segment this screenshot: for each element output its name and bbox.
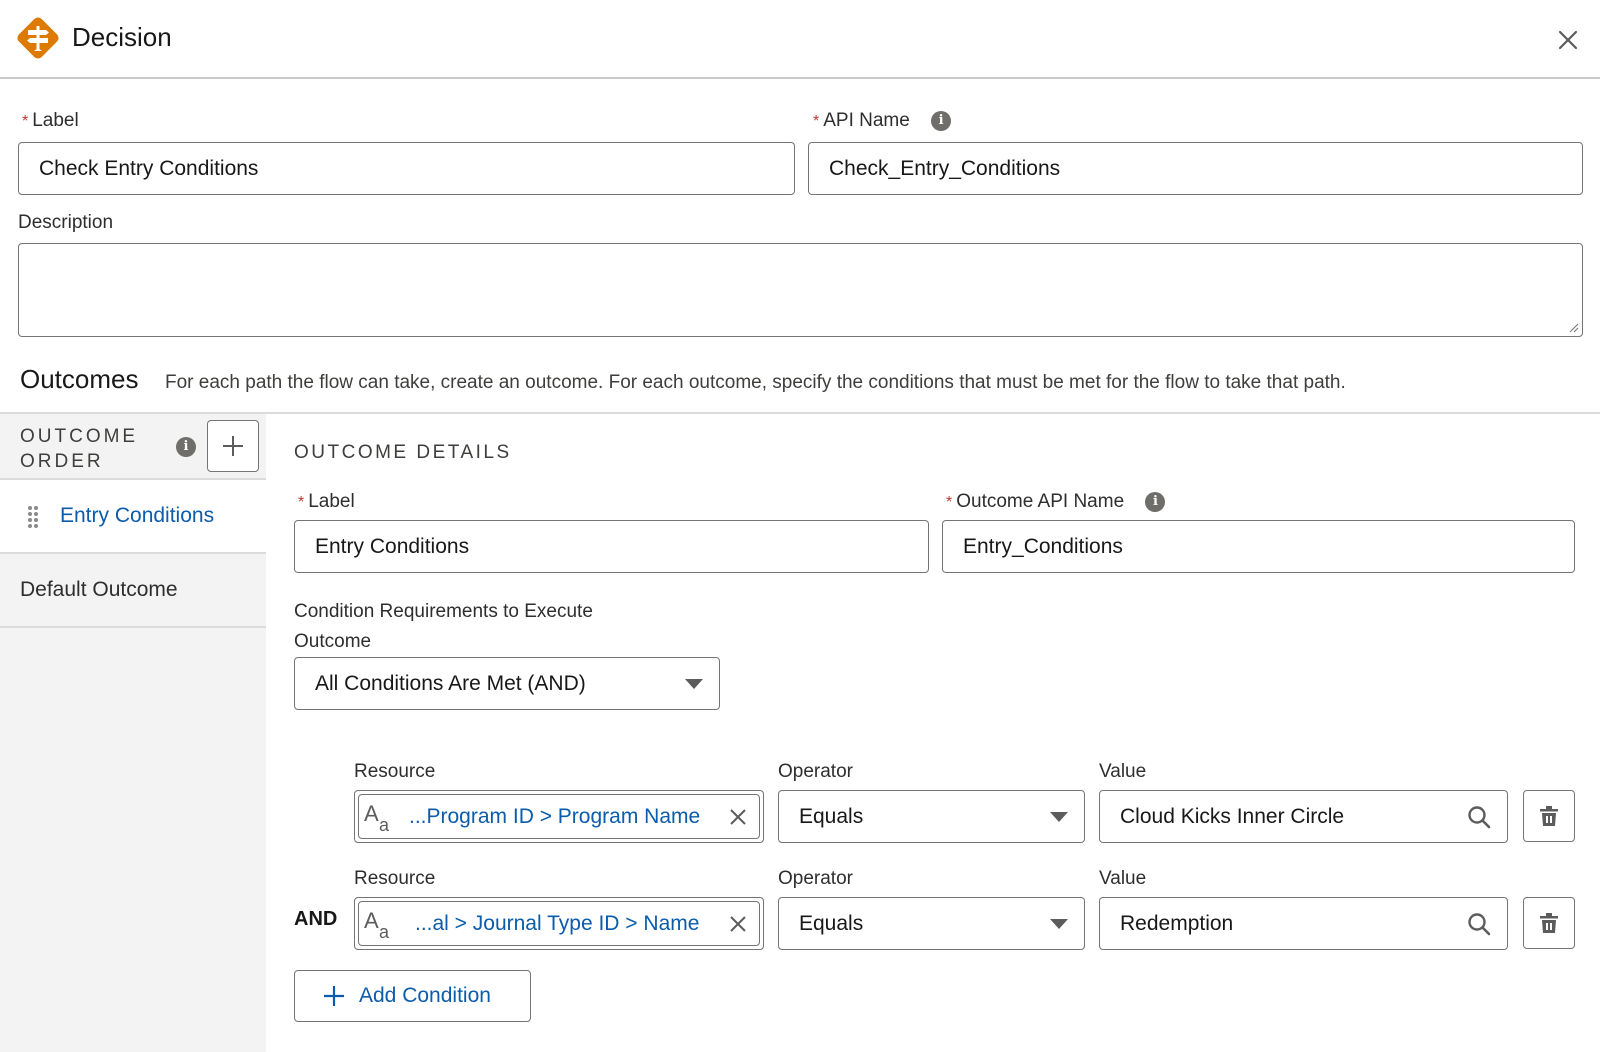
condition-requirements-value: All Conditions Are Met (AND) [315, 671, 586, 695]
resource-combobox[interactable]: A a ...Program ID > Program Name [354, 790, 764, 843]
outcome-label-input-value: Entry Conditions [315, 534, 470, 558]
info-icon[interactable]: i [1145, 491, 1166, 512]
required-marker: * [946, 494, 953, 511]
trash-icon [1540, 913, 1558, 933]
description-textarea[interactable] [18, 243, 1583, 337]
resource-pill[interactable]: A a ...Program ID > Program Name [358, 794, 760, 839]
outcome-order-sidebar: OUTCOME ORDER i Entry Conditions Default… [0, 414, 266, 1052]
api-name-input[interactable]: Check_Entry_Conditions [808, 142, 1583, 195]
condition-requirements-select[interactable]: All Conditions Are Met (AND) [294, 657, 720, 710]
modal-header: Decision [0, 0, 1600, 79]
operator-select[interactable]: Equals [778, 897, 1085, 950]
svg-text:a: a [379, 922, 390, 940]
close-icon[interactable] [1556, 28, 1580, 52]
resource-value: ...al > Journal Type ID > Name [415, 911, 700, 935]
logic-operator-label: AND [294, 908, 338, 930]
resize-handle-icon[interactable] [1569, 323, 1579, 333]
chevron-down-icon [1050, 918, 1068, 929]
svg-text:a: a [379, 815, 390, 833]
plus-icon [324, 986, 344, 1006]
required-marker: * [813, 113, 820, 130]
label-text: Label [32, 110, 79, 131]
remove-icon[interactable] [729, 915, 747, 933]
resource-pill[interactable]: A a ...al > Journal Type ID > Name [358, 901, 760, 946]
operator-value: Equals [799, 804, 864, 828]
search-icon[interactable] [1467, 805, 1491, 829]
description-label: Description [18, 212, 114, 233]
outcome-item-default-outcome[interactable]: Default Outcome [0, 554, 266, 628]
text-type-icon: A a [364, 801, 390, 833]
outcome-label-text: Label [308, 491, 355, 512]
info-icon[interactable]: i [176, 437, 196, 457]
value-label: Value [1099, 761, 1147, 782]
add-condition-label: Add Condition [359, 984, 491, 1007]
search-icon[interactable] [1467, 912, 1491, 936]
operator-label: Operator [778, 761, 853, 782]
chevron-down-icon [1050, 811, 1068, 822]
value-input[interactable]: Redemption [1099, 897, 1508, 950]
outcome-api-name-field-label: * Outcome API Name i [946, 491, 1166, 513]
svg-text:A: A [364, 908, 379, 933]
outcome-item-entry-conditions[interactable]: Entry Conditions [0, 480, 266, 554]
outcomes-title: Outcomes [20, 364, 139, 394]
api-name-input-value: Check_Entry_Conditions [829, 156, 1061, 180]
operator-value: Equals [799, 911, 864, 935]
condition-requirements-label-line2: Outcome [294, 631, 372, 652]
modal-title: Decision [72, 22, 172, 52]
operator-select[interactable]: Equals [778, 790, 1085, 843]
outcome-api-name-input[interactable]: Entry_Conditions [942, 520, 1575, 573]
value-input-value: Cloud Kicks Inner Circle [1120, 804, 1345, 828]
value-input[interactable]: Cloud Kicks Inner Circle [1099, 790, 1508, 843]
drag-handle-icon[interactable] [26, 504, 40, 528]
chevron-down-icon [685, 678, 703, 689]
outcome-order-title: OUTCOME ORDER [20, 424, 138, 474]
outcomes-description: For each path the flow can take, create … [165, 372, 1346, 393]
required-marker: * [298, 494, 305, 511]
resource-label: Resource [354, 761, 436, 782]
operator-label: Operator [778, 868, 853, 889]
api-name-text: API Name [823, 110, 910, 131]
outcome-details-title: OUTCOME DETAILS [294, 442, 512, 463]
trash-icon [1540, 806, 1558, 826]
text-type-icon: A a [364, 908, 390, 940]
label-input-value: Check Entry Conditions [39, 156, 259, 180]
delete-condition-button[interactable] [1523, 790, 1575, 842]
svg-text:A: A [364, 801, 379, 826]
add-condition-button[interactable]: Add Condition [294, 970, 531, 1022]
label-field-label: * Label [22, 110, 79, 132]
condition-requirements-label-line1: Condition Requirements to Execute [294, 601, 593, 622]
required-marker: * [22, 113, 29, 130]
delete-condition-button[interactable] [1523, 897, 1575, 949]
decision-signpost-icon [17, 17, 59, 59]
outcome-label-input[interactable]: Entry Conditions [294, 520, 929, 573]
outcome-order-title-line2: ORDER [20, 451, 104, 472]
outcome-item-label: Default Outcome [20, 578, 178, 601]
value-label: Value [1099, 868, 1147, 889]
resource-value: ...Program ID > Program Name [409, 804, 701, 828]
label-input[interactable]: Check Entry Conditions [18, 142, 795, 195]
remove-icon[interactable] [729, 808, 747, 826]
outcome-item-label: Entry Conditions [60, 504, 215, 527]
api-name-field-label: * API Name i [813, 110, 952, 132]
resource-combobox[interactable]: A a ...al > Journal Type ID > Name [354, 897, 764, 950]
outcome-order-title-line1: OUTCOME [20, 426, 139, 447]
info-icon[interactable]: i [931, 110, 952, 131]
plus-icon [223, 436, 243, 456]
outcome-order-header: OUTCOME ORDER i [0, 414, 266, 480]
outcome-api-name-text: Outcome API Name [956, 491, 1125, 512]
condition-requirements-label: Condition Requirements to Execute Outcom… [294, 597, 593, 657]
add-outcome-button[interactable] [207, 420, 259, 472]
resource-label: Resource [354, 868, 436, 889]
outcome-api-name-input-value: Entry_Conditions [963, 534, 1123, 558]
outcome-label-field-label: * Label [298, 491, 355, 513]
value-input-value: Redemption [1120, 911, 1234, 935]
